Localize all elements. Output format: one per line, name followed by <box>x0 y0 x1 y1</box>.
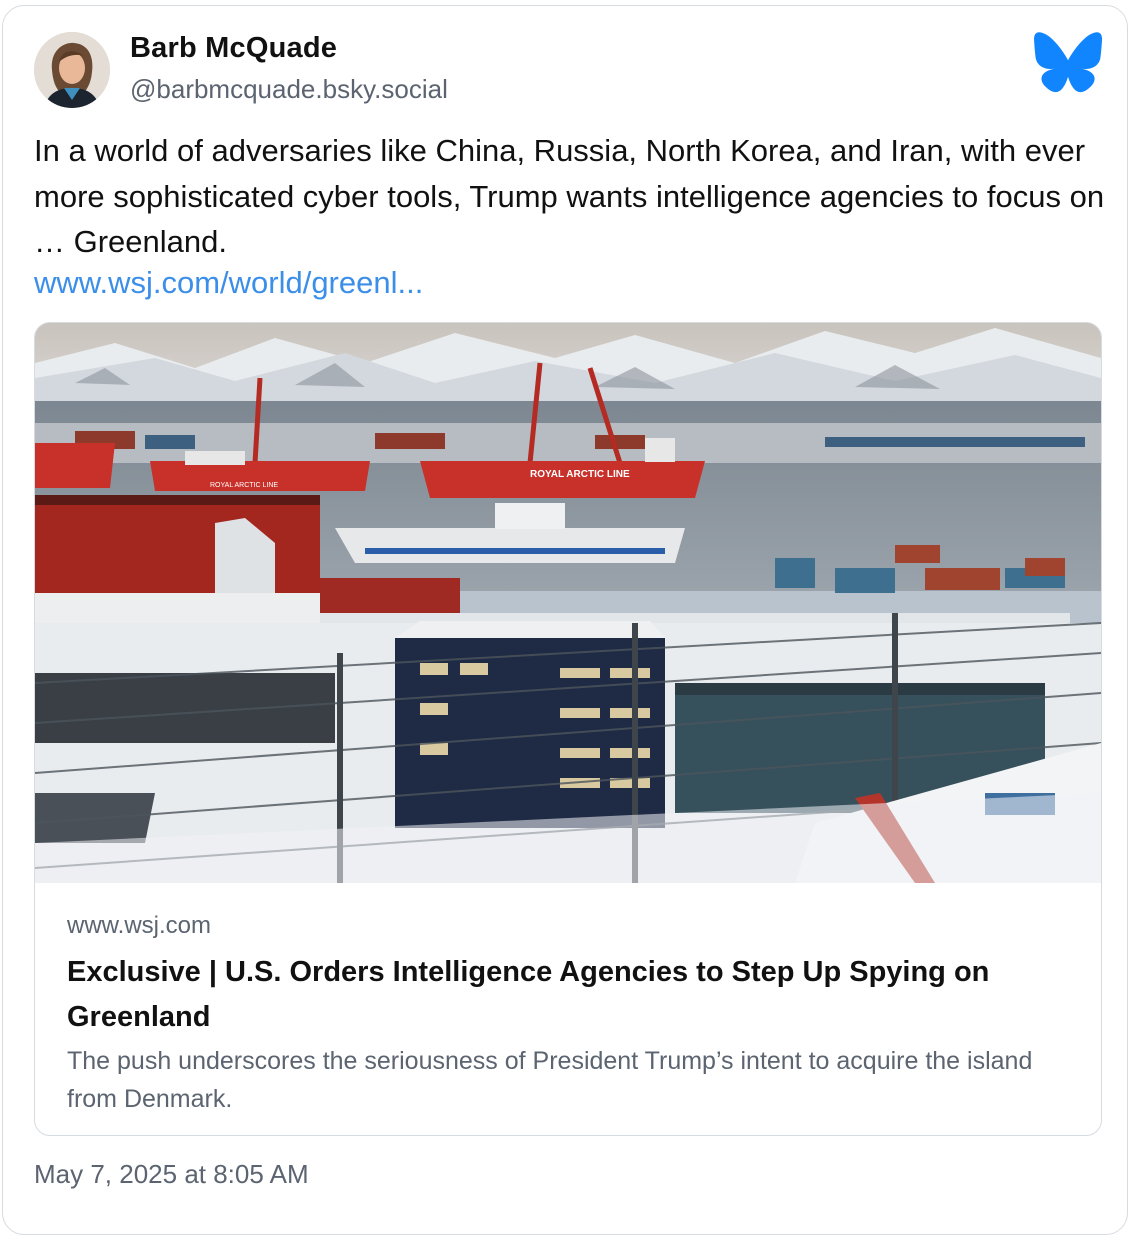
author-display-name[interactable]: Barb McQuade <box>130 32 337 65</box>
link-preview-card[interactable]: ROYAL ARCTIC LINE ROYAL ARCTIC LINE www.… <box>34 322 1102 1136</box>
bluesky-butterfly-icon[interactable] <box>1033 31 1103 93</box>
post-timestamp[interactable]: May 7, 2025 at 8:05 AM <box>34 1159 309 1190</box>
ship-label-small: ROYAL ARCTIC LINE <box>210 482 278 489</box>
link-card-description: The push underscores the seriousness of … <box>67 1047 1033 1113</box>
harbor-photo: ROYAL ARCTIC LINE ROYAL ARCTIC LINE <box>35 323 1101 883</box>
avatar[interactable] <box>34 32 110 108</box>
post-text: In a world of adversaries like China, Ru… <box>34 133 1105 259</box>
author-handle[interactable]: @barbmcquade.bsky.social <box>130 74 448 105</box>
ship-label: ROYAL ARCTIC LINE <box>530 469 630 480</box>
post-link[interactable]: www.wsj.com/world/greenl... <box>34 265 423 301</box>
avatar-portrait <box>34 32 110 108</box>
link-preview-image[interactable]: ROYAL ARCTIC LINE ROYAL ARCTIC LINE <box>35 323 1101 883</box>
post-card[interactable]: Barb McQuade @barbmcquade.bsky.social In… <box>2 5 1128 1235</box>
link-card-title[interactable]: Exclusive | U.S. Orders Intelligence Age… <box>67 950 1067 1040</box>
link-card-domain: www.wsj.com <box>67 912 212 939</box>
